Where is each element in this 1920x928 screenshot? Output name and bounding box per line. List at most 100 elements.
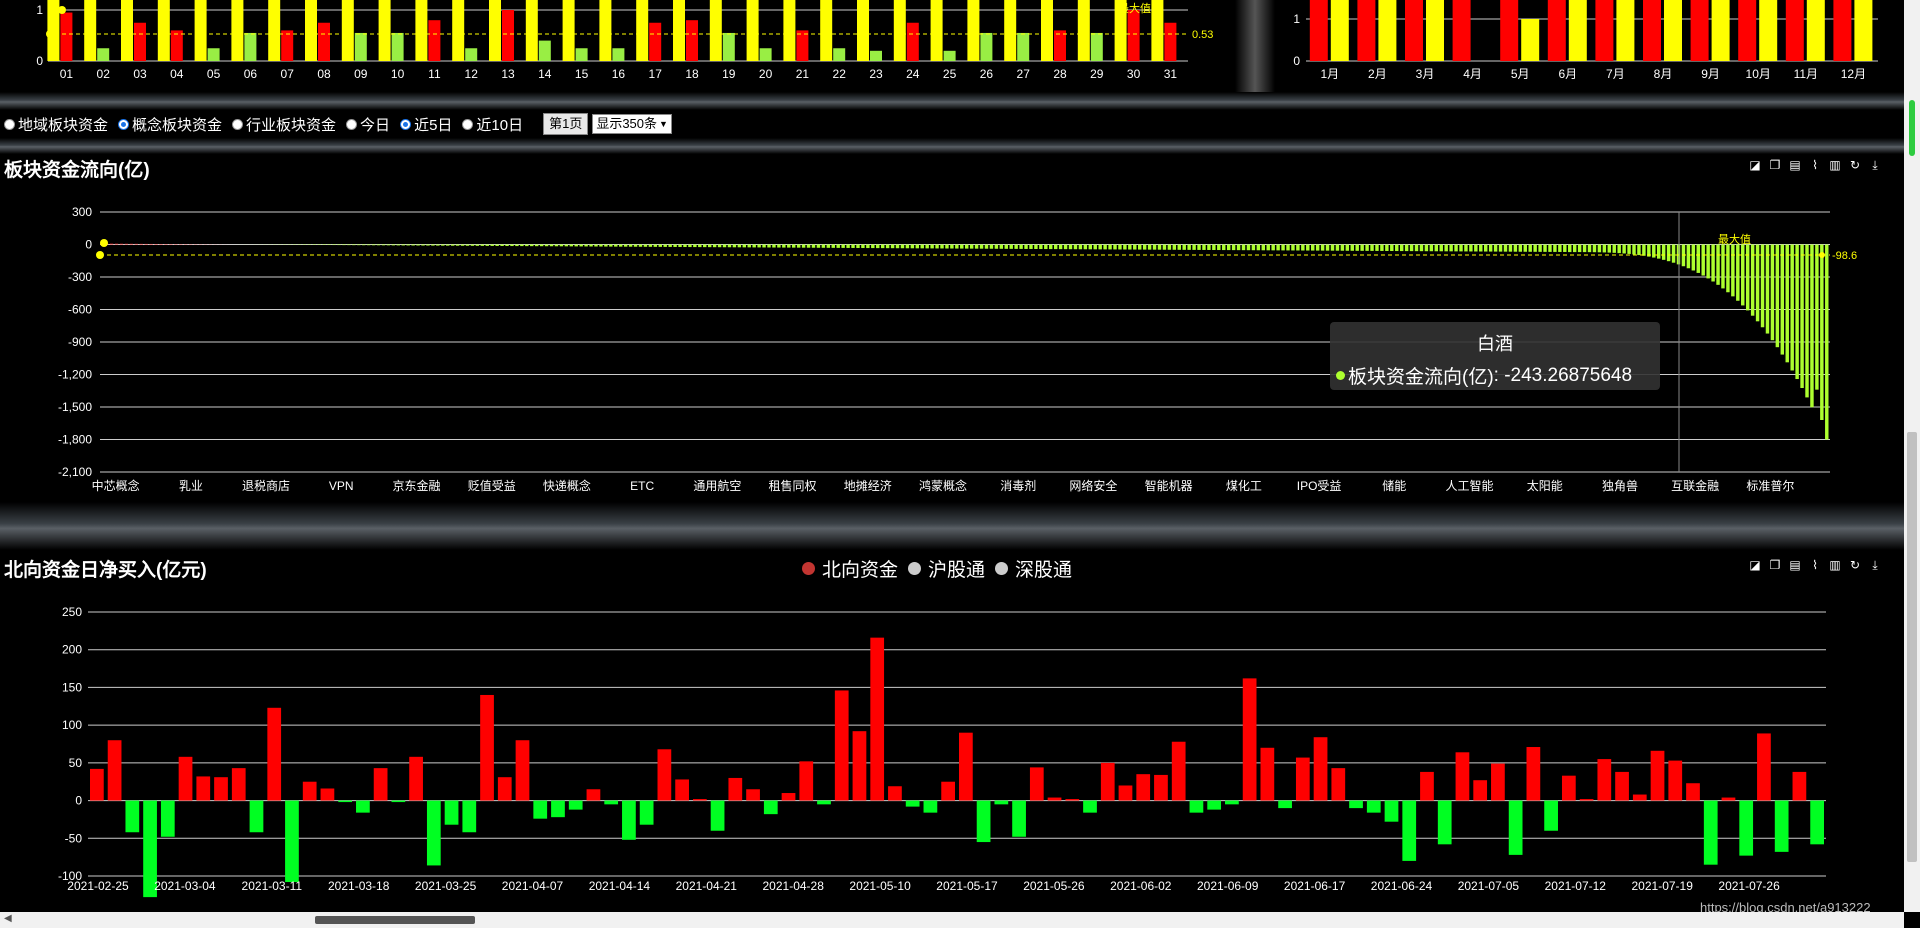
radio-dot[interactable] xyxy=(118,118,130,130)
mark-icon[interactable]: ◪ xyxy=(1748,558,1762,572)
nb-bar xyxy=(1597,759,1612,801)
vertical-scrollbar[interactable] xyxy=(1904,0,1920,912)
tr-xtick: 11月 xyxy=(1794,67,1818,81)
radio-dot[interactable] xyxy=(462,118,474,130)
tr-xtick: 5月 xyxy=(1511,67,1530,81)
radio-today[interactable]: 今日 xyxy=(342,114,390,135)
page-button[interactable]: 第1页 xyxy=(543,113,589,135)
sector-bar xyxy=(653,244,658,247)
scrollbar-thumb-vertical[interactable] xyxy=(1907,432,1917,862)
nb-xtick: 2021-05-10 xyxy=(849,879,911,893)
nb-bar xyxy=(497,777,512,801)
radio-dot[interactable] xyxy=(346,118,358,130)
nb-ytick: 200 xyxy=(62,643,82,657)
refresh-icon[interactable]: ↻ xyxy=(1848,158,1862,172)
mark-icon[interactable]: ◪ xyxy=(1748,158,1762,172)
tl-bar xyxy=(170,30,183,61)
tl-xtick: 26 xyxy=(980,67,994,81)
tl-bar xyxy=(1054,30,1066,61)
display-count-select[interactable]: 显示350条 ▼ xyxy=(592,114,672,134)
sector-bar xyxy=(1320,244,1325,251)
sector-bar xyxy=(643,244,648,247)
scrollbar-thumb-horizontal[interactable] xyxy=(315,916,475,924)
bar-chart-icon[interactable]: ▥ xyxy=(1828,158,1842,172)
tl-bg-bar xyxy=(857,0,869,61)
sector-bar xyxy=(633,244,638,247)
radio-dot[interactable] xyxy=(232,118,244,130)
tr-bar-red xyxy=(1357,0,1376,61)
sector-bar xyxy=(1790,244,1794,371)
tr-bar-red xyxy=(1500,0,1519,61)
radio-concept-funds[interactable]: 概念板块资金 xyxy=(114,114,222,135)
tl-ytick-0: 0 xyxy=(36,54,43,68)
bar-chart-icon[interactable]: ▥ xyxy=(1828,558,1842,572)
line-chart-icon[interactable]: ⌇ xyxy=(1808,158,1822,172)
sector-bar xyxy=(796,244,801,248)
sector-xtick: 通用航空 xyxy=(693,478,741,493)
tl-bg-bar xyxy=(121,0,133,61)
radio-dot[interactable] xyxy=(4,118,15,130)
tl-xtick: 21 xyxy=(796,67,810,81)
nb-xtick: 2021-05-26 xyxy=(1023,879,1085,893)
sector-ytick: -2,100 xyxy=(58,465,92,479)
refresh-icon[interactable]: ↻ xyxy=(1848,558,1862,572)
sector-bar xyxy=(129,243,134,245)
nb-bar xyxy=(1739,800,1754,856)
sector-bar xyxy=(436,244,440,246)
legend-item-northbound[interactable]: 北向资金 xyxy=(802,555,898,582)
nb-xtick: 2021-02-25 xyxy=(67,879,129,893)
sector-bar xyxy=(974,244,979,249)
sector-bar xyxy=(1024,244,1028,249)
nb-bar xyxy=(1242,678,1257,801)
sector-max-marker xyxy=(100,239,108,247)
nb-bar xyxy=(1313,737,1328,801)
data-view-icon[interactable]: ▤ xyxy=(1788,558,1802,572)
data-view-icon[interactable]: ▤ xyxy=(1788,158,1802,172)
top-right-month-chart: 1 0 1月 2月 3月 4月 5月 6月 7月 8月 9月 10月 11月 12月 xyxy=(1293,0,1878,81)
sector-bar xyxy=(792,244,796,248)
radio-5days[interactable]: 近5日 xyxy=(396,114,452,135)
radio-region-funds[interactable]: 地域板块资金 xyxy=(0,114,108,135)
sector-bar xyxy=(361,244,366,246)
tr-xtick: 3月 xyxy=(1416,67,1435,81)
legend-item-shanghai[interactable]: 沪股通 xyxy=(908,555,985,582)
copy-icon[interactable]: ❐ xyxy=(1768,158,1782,172)
sector-bar xyxy=(885,244,890,249)
radio-dot[interactable] xyxy=(400,118,412,130)
nb-bar xyxy=(568,800,583,810)
nb-bar xyxy=(1065,799,1080,801)
sector-bar xyxy=(1726,244,1730,293)
tooltip-series-dot xyxy=(1336,371,1345,380)
sector-bar xyxy=(831,244,835,248)
sector-bar xyxy=(1706,244,1710,279)
sector-bar xyxy=(391,244,396,246)
sector-bar xyxy=(144,243,148,245)
radio-industry-funds[interactable]: 行业板块资金 xyxy=(228,114,336,135)
save-image-icon[interactable]: ⤓ xyxy=(1868,158,1882,172)
sector-bar xyxy=(1068,244,1073,250)
copy-icon[interactable]: ❐ xyxy=(1768,558,1782,572)
legend-item-shenzhen[interactable]: 深股通 xyxy=(995,555,1072,582)
tl-xtick: 17 xyxy=(649,67,663,81)
tl-bg-bar xyxy=(820,0,833,61)
horizontal-scrollbar[interactable]: ◀ xyxy=(0,912,1904,928)
nb-bar xyxy=(781,793,796,801)
sector-bar xyxy=(698,244,702,248)
chevron-left-icon[interactable]: ◀ xyxy=(4,913,12,924)
nb-xtick: 2021-04-14 xyxy=(589,879,651,893)
sector-bar xyxy=(1286,244,1290,251)
sector-bar xyxy=(1805,244,1809,398)
sector-xtick: 太阳能 xyxy=(1527,478,1563,493)
sector-bar xyxy=(426,244,430,246)
radio-10days[interactable]: 近10日 xyxy=(458,114,523,135)
sector-bar xyxy=(1251,244,1256,251)
nb-bar xyxy=(1118,785,1133,801)
nb-bar xyxy=(976,800,991,843)
sector-bar xyxy=(737,244,742,248)
sector-bar xyxy=(1612,244,1616,253)
sector-bar xyxy=(554,244,559,247)
line-chart-icon[interactable]: ⌇ xyxy=(1808,558,1822,572)
save-image-icon[interactable]: ⤓ xyxy=(1868,558,1882,572)
nb-bar xyxy=(160,800,175,837)
tr-bar-yellow xyxy=(1664,0,1682,61)
